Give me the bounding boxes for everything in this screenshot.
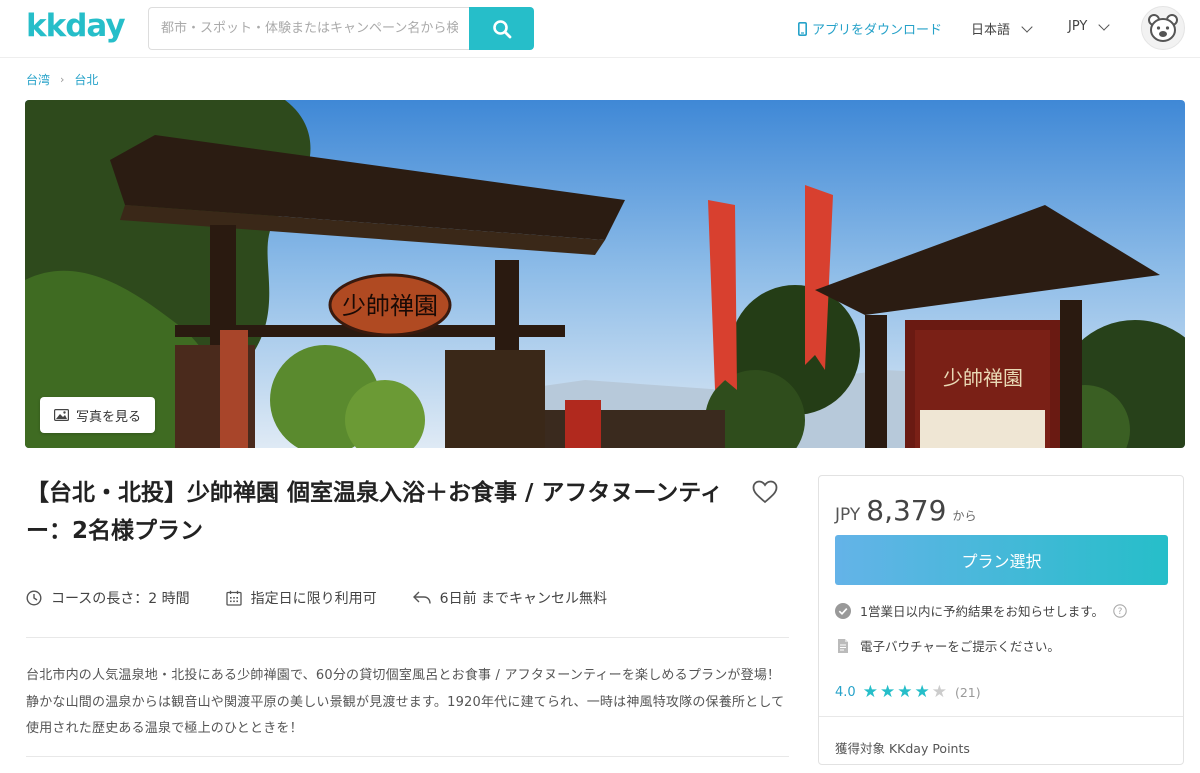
star-icon: ★ <box>862 682 878 702</box>
svg-text:少帥禅園: 少帥禅園 <box>342 292 438 320</box>
voucher-note: 電子バウチャーをご提示ください。 <box>835 636 1060 655</box>
calendar-icon <box>226 590 242 606</box>
points-note: 獲得対象 KKday Points <box>835 741 970 756</box>
search-button[interactable] <box>469 7 534 50</box>
product-info-row: コースの長さ：2 時間 指定日に限り利用可 6日前 までキャンセル無料 <box>26 588 643 608</box>
cancel-info: 6日前 までキャンセル無料 <box>412 588 608 608</box>
duration-text: コースの長さ：2 時間 <box>51 591 190 607</box>
currency-selector[interactable]: JPY <box>1068 18 1111 34</box>
section-divider <box>26 756 789 757</box>
rating-summary[interactable]: 4.0 ★ ★ ★ ★ ★ (21) <box>835 684 981 701</box>
price-line: JPY 8,379 から <box>835 494 976 527</box>
star-icon: ★ <box>914 682 930 702</box>
app-download-link[interactable]: アプリをダウンロード <box>798 19 942 38</box>
header: kkday アプリをダウンロード 日本語 JPY <box>0 0 1200 58</box>
kkday-logo[interactable]: kkday <box>26 8 126 44</box>
check-circle-icon <box>835 602 851 619</box>
phone-icon <box>798 21 807 36</box>
breadcrumb-item-taiwan[interactable]: 台湾 <box>26 71 50 88</box>
date-text: 指定日に限り利用可 <box>250 591 377 607</box>
breadcrumb: 台湾 › 台北 <box>26 71 98 88</box>
search-bar <box>148 7 534 50</box>
heart-icon <box>752 480 778 504</box>
search-icon <box>492 19 511 38</box>
language-selector[interactable]: 日本語 <box>971 19 1033 38</box>
select-plan-button[interactable]: プラン選択 <box>835 535 1168 585</box>
price-value: 8,379 <box>866 494 947 527</box>
chevron-down-icon <box>1098 18 1111 31</box>
undo-icon <box>412 591 431 604</box>
voucher-text: 電子バウチャーをご提示ください。 <box>860 639 1060 654</box>
product-description: 台北市内の人気温泉地・北投にある少帥禅園で、60分の貸切個室風呂とお食事 / ア… <box>26 668 785 736</box>
rating-score: 4.0 <box>835 685 856 700</box>
user-avatar[interactable] <box>1141 6 1185 50</box>
document-icon <box>838 638 848 653</box>
app-download-label: アプリをダウンロード <box>812 23 943 38</box>
rating-stars: ★ ★ ★ ★ ★ <box>863 684 947 701</box>
search-input[interactable] <box>148 7 470 50</box>
star-icon: ★ <box>879 682 896 702</box>
confirmation-note: 1営業日以内に予約結果をお知らせします。 ? <box>835 601 1127 620</box>
clock-icon <box>26 590 42 606</box>
breadcrumb-item-taipei[interactable]: 台北 <box>74 71 98 88</box>
image-icon <box>54 409 69 421</box>
booking-panel: JPY 8,379 から プラン選択 1営業日以内に予約結果をお知らせします。 … <box>818 475 1184 765</box>
currency-label: JPY <box>1068 19 1088 34</box>
price-from: から <box>952 509 977 523</box>
svg-text:?: ? <box>1118 607 1123 617</box>
star-icon: ★ <box>897 682 913 702</box>
hero-photo: 少帥禅園 少帥禅園 <box>25 100 1185 448</box>
price-currency: JPY <box>835 505 861 525</box>
chevron-down-icon <box>1021 20 1033 33</box>
section-divider <box>26 637 789 638</box>
cancel-text: 6日前 までキャンセル無料 <box>439 591 608 607</box>
view-photos-button[interactable]: 写真を見る <box>40 397 156 433</box>
panel-divider <box>819 716 1183 717</box>
date-info: 指定日に限り利用可 <box>226 588 377 608</box>
view-photos-label: 写真を見る <box>76 409 142 425</box>
chevron-right-icon: › <box>60 73 65 86</box>
review-count: (21) <box>954 685 981 700</box>
duration-info: コースの長さ：2 時間 <box>26 588 190 608</box>
wishlist-button[interactable] <box>752 480 778 508</box>
language-label: 日本語 <box>971 23 1011 38</box>
confirmation-text: 1営業日以内に予約結果をお知らせします。 <box>860 604 1104 619</box>
hero-image[interactable]: 少帥禅園 少帥禅園 <box>25 100 1185 448</box>
star-icon: ★ <box>931 682 947 702</box>
bear-icon <box>1148 14 1178 42</box>
svg-text:少帥禅園: 少帥禅園 <box>943 366 1023 390</box>
product-title: 【台北・北投】少帥禅園 個室温泉入浴＋お食事 / アフタヌーンティー：2名様プラ… <box>26 480 723 544</box>
help-icon[interactable]: ? <box>1113 603 1127 618</box>
